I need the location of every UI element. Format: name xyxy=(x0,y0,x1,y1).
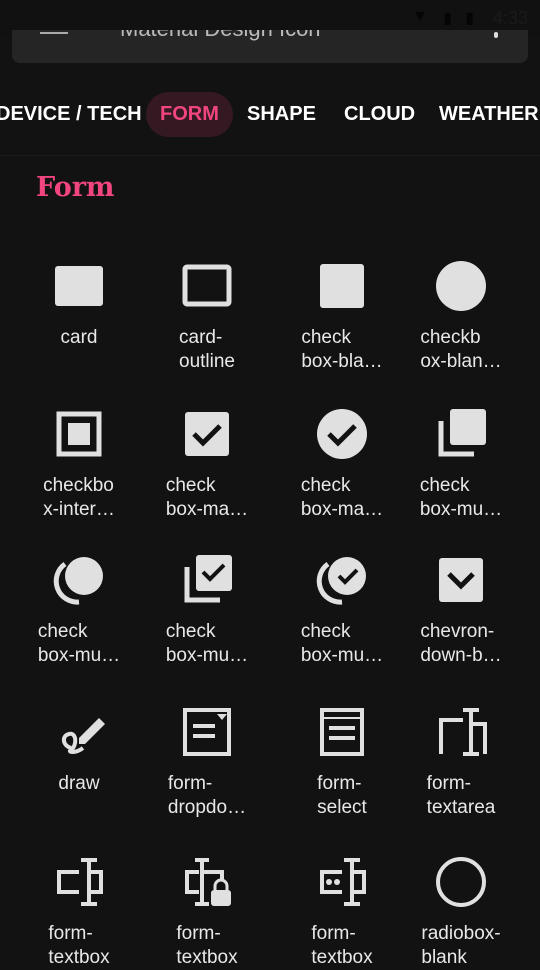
icon-item-form-textbox-password[interactable]: form- textbox xyxy=(277,854,407,970)
icon-item-checkbox-multiple-blank[interactable]: check box-mu… xyxy=(396,406,526,522)
form-textbox-password-icon xyxy=(320,858,366,906)
icon-item-draw[interactable]: draw xyxy=(14,704,144,796)
card-outline-icon xyxy=(182,264,232,307)
icon-item-chevron-down-box[interactable]: chevron- down-b… xyxy=(396,552,526,668)
icon-item-form-textbox-lock[interactable]: form- textbox xyxy=(142,854,272,970)
wifi-icon: ▼ xyxy=(412,8,428,25)
icon-item-form-dropdown[interactable]: form- dropdo… xyxy=(142,704,272,820)
icon-item-radiobox-blank[interactable]: radiobox- blank xyxy=(396,854,526,970)
icon-label: radiobox- blank xyxy=(421,923,501,968)
icon-item-card-outline[interactable]: card- outline xyxy=(142,258,272,374)
icon-label: card xyxy=(60,327,98,348)
icon-label: form- textbox xyxy=(311,923,373,968)
icon-item-checkbox-blank-circle[interactable]: checkb ox-blan… xyxy=(396,258,526,374)
icon-label: form- textbox xyxy=(48,923,110,968)
icon-item-card[interactable]: card xyxy=(14,258,144,350)
icon-label: chevron- down-b… xyxy=(420,621,502,666)
icon-label: draw xyxy=(58,773,100,794)
form-select-icon xyxy=(320,708,364,756)
icon-item-checkbox-multiple-blank-circle[interactable]: check box-mu… xyxy=(14,552,144,668)
checkbox-multiple-blank-icon xyxy=(438,409,486,457)
checkbox-multiple-marked-icon xyxy=(184,555,232,603)
icon-label: form- textarea xyxy=(426,773,496,818)
icon-label: check box-ma… xyxy=(300,475,384,520)
checkbox-multiple-blank-circle-icon xyxy=(53,557,103,605)
icon-label: check box-mu… xyxy=(419,475,503,520)
checkbox-blank-icon xyxy=(320,264,364,308)
menu-icon[interactable] xyxy=(40,32,68,34)
tab-form[interactable]: FORM xyxy=(146,92,233,137)
icon-label: form- select xyxy=(317,773,367,818)
icon-label: checkb ox-blan… xyxy=(420,327,502,372)
icon-item-checkbox-blank[interactable]: check box-bla… xyxy=(277,258,407,374)
icon-item-form-textbox[interactable]: form- textbox xyxy=(14,854,144,970)
category-tabs: DEVICE / TECH FORM SHAPE CLOUD WEATHER xyxy=(0,88,540,156)
more-icon[interactable] xyxy=(494,32,498,38)
no-sim-icon: ▮ xyxy=(443,10,452,27)
icon-label: check box-ma… xyxy=(165,475,249,520)
card-icon xyxy=(55,266,103,306)
tab-shape[interactable]: SHAPE xyxy=(233,92,330,137)
icon-item-checkbox-multiple-marked[interactable]: check box-mu… xyxy=(142,552,272,668)
form-textbox-lock-icon xyxy=(185,858,231,906)
clock: 4:33 xyxy=(492,8,528,28)
icon-label: check box-bla… xyxy=(301,327,383,372)
icon-label: form- dropdo… xyxy=(167,773,247,818)
icon-label: card- outline xyxy=(179,327,235,372)
icon-label: check box-mu… xyxy=(300,621,384,666)
checkbox-marked-circle-icon xyxy=(317,409,367,459)
icon-label: form- textbox xyxy=(176,923,238,968)
icon-item-form-textarea[interactable]: form- textarea xyxy=(396,704,526,820)
icon-item-checkbox-multiple-marked-circle[interactable]: check box-mu… xyxy=(277,552,407,668)
icon-label: check box-mu… xyxy=(37,621,121,666)
icon-label: check box-mu… xyxy=(165,621,249,666)
icon-item-checkbox-marked[interactable]: check box-ma… xyxy=(142,406,272,522)
battery-icon: ▮ xyxy=(465,10,474,27)
icon-item-checkbox-marked-circle[interactable]: check box-ma… xyxy=(277,406,407,522)
radiobox-blank-icon xyxy=(436,857,486,907)
icon-item-form-select[interactable]: form- select xyxy=(277,704,407,820)
icon-item-checkbox-intermediate[interactable]: checkbo x-inter… xyxy=(14,406,144,522)
draw-icon xyxy=(62,718,105,754)
form-dropdown-icon xyxy=(183,708,231,756)
checkbox-marked-icon xyxy=(185,412,229,456)
checkbox-blank-circle-icon xyxy=(436,261,486,311)
checkbox-multiple-marked-circle-icon xyxy=(316,557,366,605)
icon-label: checkbo x-inter… xyxy=(43,475,115,520)
form-textarea-icon xyxy=(439,708,487,756)
search-bar[interactable]: Material Design Icon xyxy=(12,30,528,63)
checkbox-intermediate-icon xyxy=(56,411,102,457)
section-title: Form xyxy=(36,172,115,203)
search-text: Material Design Icon xyxy=(120,30,321,42)
tab-cloud[interactable]: CLOUD xyxy=(330,92,429,137)
tab-device-tech[interactable]: DEVICE / TECH xyxy=(0,92,156,137)
form-textbox-icon xyxy=(57,858,103,906)
tab-weather[interactable]: WEATHER xyxy=(425,92,540,137)
chevron-down-box-icon xyxy=(439,558,483,602)
